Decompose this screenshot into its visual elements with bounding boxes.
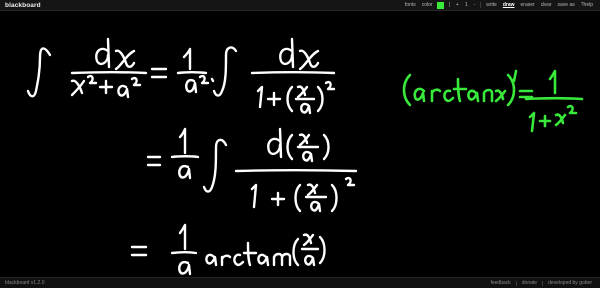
stroke-a-7 [178, 260, 192, 276]
stroke-green-bar [524, 96, 584, 101]
stroke-bar-2 [176, 71, 208, 75]
stroke-green-x2 [554, 104, 578, 127]
stroke-paren-l-4 [292, 237, 300, 267]
stroke-paren-r-3 [330, 183, 338, 213]
stroke-a-2 [185, 74, 210, 94]
stroke-equals-3 [130, 245, 148, 257]
footer-divider [542, 280, 544, 286]
stroke-paren-r-2 [322, 133, 330, 161]
eraser-button[interactable]: eraser [518, 2, 538, 8]
draw-mode-button[interactable]: draw [500, 2, 518, 8]
green-ink-strokes [402, 69, 584, 133]
stroke-green-plus [538, 114, 552, 128]
stroke-a-6 [310, 200, 322, 213]
stroke-green-one-2 [528, 111, 536, 133]
stroke-green-prime [512, 69, 518, 83]
color-swatch[interactable] [436, 1, 444, 9]
stroke-bar-3 [250, 71, 336, 75]
stroke-decrease-button[interactable]: - [471, 2, 479, 8]
stroke-a-4 [178, 164, 192, 180]
stroke-a-3 [300, 102, 312, 115]
stroke-green-x [494, 89, 507, 103]
stroke-a-8 [304, 254, 316, 267]
clear-button[interactable]: clear [538, 2, 555, 8]
stroke-integral-1 [26, 47, 52, 98]
donate-link[interactable]: donate [519, 280, 540, 286]
save-as-button[interactable]: save as [555, 2, 578, 8]
stroke-x-6 [302, 233, 315, 247]
stroke-separator: | [448, 2, 450, 8]
stroke-arctan-1 [205, 253, 245, 267]
drawing-canvas[interactable] [0, 11, 600, 277]
color-button[interactable]: color [419, 2, 436, 8]
stroke-bar-5 [170, 155, 200, 159]
stroke-green-arctan [413, 77, 494, 103]
stroke-bar-9 [170, 251, 198, 255]
stroke-x-4 [298, 133, 311, 147]
stroke-x-2 [298, 49, 320, 71]
stroke-integral-3 [202, 138, 228, 193]
stroke-x-3 [296, 85, 309, 99]
stroke-green-equals [518, 89, 534, 99]
white-ink-strokes [26, 37, 358, 276]
footer-divider [515, 280, 517, 286]
help-button[interactable]: ?help [578, 2, 596, 8]
stroke-integral-2 [212, 46, 238, 97]
toolbar-actions: fonts color | + 1 - write draw eraser cl… [402, 0, 596, 11]
stroke-one-1 [182, 47, 192, 71]
stroke-one-5 [178, 223, 187, 251]
version-label: blackboard v1.2.0 [5, 280, 45, 286]
footer-links: feedback donate developed by gober [487, 280, 595, 286]
stroke-a2-1 [117, 76, 142, 99]
top-toolbar: blackboard fonts color | + 1 - write dra… [0, 0, 600, 11]
toolbar-divider [480, 2, 482, 8]
stroke-bar-1 [70, 71, 148, 75]
stroke-one-3 [178, 127, 187, 155]
fonts-button[interactable]: fonts [402, 2, 419, 8]
stroke-x-5 [306, 183, 319, 197]
handwritten-math [26, 37, 584, 276]
stroke-x-1 [114, 49, 136, 71]
stroke-plus-2 [266, 91, 282, 107]
stroke-green-paren-l [402, 73, 412, 107]
feedback-link[interactable]: feedback [487, 280, 513, 286]
stroke-d-3 [267, 127, 283, 159]
stroke-arctan-2 [242, 241, 292, 267]
stroke-increase-button[interactable]: + [453, 2, 462, 8]
stroke-paren-l-3 [294, 183, 302, 213]
stroke-paren-r-1 [316, 85, 324, 113]
stroke-paren-l-2 [286, 133, 294, 161]
stroke-green-one [548, 69, 557, 95]
footer-bar: blackboard v1.2.0 feedback donate develo… [0, 277, 600, 288]
stroke-bar-7 [234, 169, 358, 173]
stroke-dot-1 [210, 77, 215, 83]
write-mode-button[interactable]: write [483, 2, 500, 8]
stroke-x2-1 [70, 74, 98, 97]
developer-link[interactable]: developed by gober [545, 280, 595, 286]
stroke-paren-l-1 [286, 85, 294, 113]
stroke-equals-2 [146, 155, 162, 167]
app-logo: blackboard [5, 1, 41, 9]
stroke-one-4 [250, 183, 258, 209]
stroke-d-2 [279, 37, 295, 69]
stroke-paren-r-4 [318, 235, 326, 265]
stroke-d-1 [95, 37, 111, 69]
stroke-a-5 [302, 150, 314, 163]
stroke-plus-1 [98, 79, 114, 95]
stroke-sq-1 [324, 80, 336, 91]
stroke-sq-2 [344, 176, 356, 187]
stroke-size-value: 1 [464, 2, 468, 8]
stroke-equals-1 [150, 67, 168, 79]
stroke-one-2 [256, 85, 264, 109]
stroke-plus-3 [270, 191, 286, 207]
